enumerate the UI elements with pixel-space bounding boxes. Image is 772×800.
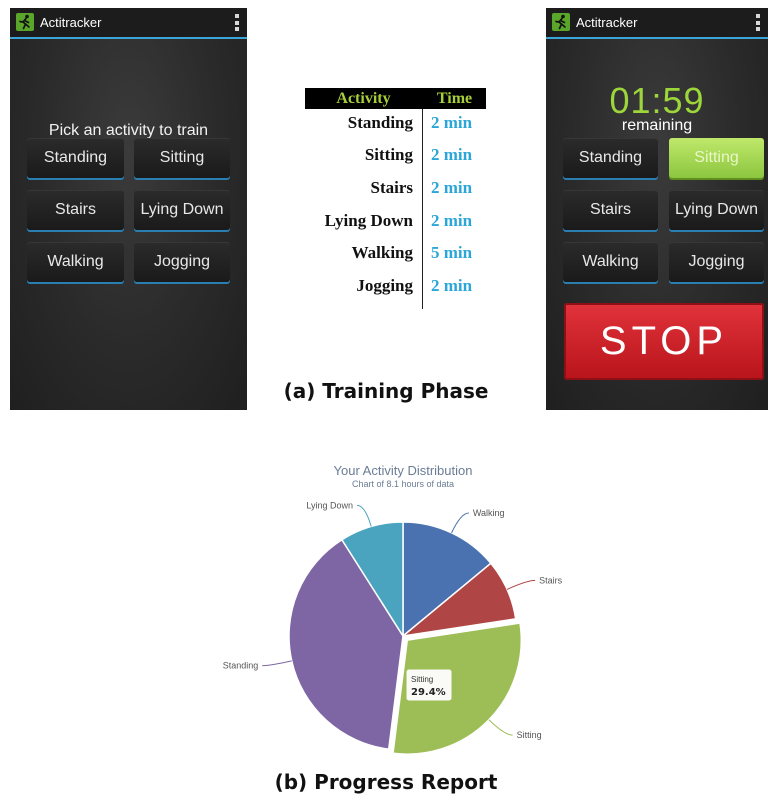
time-cell: 5 min [431,243,473,262]
time-cell: 2 min [431,276,473,295]
sitting-button[interactable]: Sitting [134,138,230,178]
time-cell: 2 min [431,145,473,164]
leader-line [262,660,292,667]
remaining-label: remaining [621,117,693,134]
runner-icon [16,13,34,31]
lying-down-button[interactable]: Lying Down [669,190,764,230]
chart-title: Your Activity Distribution [334,463,473,478]
countdown-timer: 01:59 [609,80,705,121]
app-title: Actitracker [576,15,638,30]
slice-label: Standing [223,661,259,671]
activity-cell: Sitting [364,145,413,164]
action-bar: Actitracker [10,8,247,39]
lying-down-button[interactable]: Lying Down [134,190,230,230]
slice-label: Lying Down [306,500,353,510]
leader-line [506,579,536,590]
timer-screen: Actitracker 01:59 remaining Standing Sit… [546,8,768,410]
table-row: Sitting 2 min [305,145,486,169]
leader-line [451,512,469,534]
time-column-header: Time [436,90,473,107]
activity-distribution-chart: Your Activity Distribution Chart of 8.1 … [10,462,772,780]
caption-progress-report: (b) Progress Report [274,770,498,794]
walking-button[interactable]: Walking [563,242,658,282]
standing-button[interactable]: Standing [27,138,124,178]
overflow-menu-icon[interactable] [756,14,760,31]
tooltip-label: Sitting [411,675,433,684]
caption-training-phase: (a) Training Phase [283,379,489,403]
activity-cell: Walking [351,243,413,262]
pie-chart: Your Activity Distribution Chart of 8.1 … [223,463,563,755]
overflow-menu-icon[interactable] [235,14,239,31]
time-cell: 2 min [431,178,473,197]
sitting-button-selected[interactable]: Sitting [669,138,764,178]
jogging-button[interactable]: Jogging [669,242,764,282]
leader-line [488,719,513,736]
tooltip-value: 29.4% [411,687,446,698]
table-row: Stairs 2 min [305,178,486,202]
stairs-button[interactable]: Stairs [563,190,658,230]
chart-subtitle: Chart of 8.1 hours of data [352,479,454,489]
slice-label: Walking [473,508,505,518]
app-title: Actitracker [40,15,102,30]
walking-button[interactable]: Walking [27,242,124,282]
activity-cell: Standing [347,113,413,132]
time-cell: 2 min [431,211,473,230]
activity-cell: Jogging [356,276,413,295]
sitting-tooltip: Sitting 29.4% [405,668,453,702]
table-header: Activity Time [305,88,486,109]
table-row: Lying Down 2 min [305,211,486,235]
action-bar: Actitracker [546,8,768,39]
standing-button[interactable]: Standing [563,138,658,178]
runner-icon [552,13,570,31]
stairs-button[interactable]: Stairs [27,190,124,230]
activity-cell: Stairs [370,178,414,197]
time-cell: 2 min [431,113,473,132]
jogging-button[interactable]: Jogging [134,242,230,282]
leader-line [356,504,372,527]
table-row: Standing 2 min [305,113,486,137]
activity-column-header: Activity [336,90,391,107]
table-row: Jogging 2 min [305,276,486,300]
training-screen: Actitracker Pick an activity to train St… [10,8,247,410]
activity-cell: Lying Down [324,211,413,230]
stop-button[interactable]: STOP [564,303,764,380]
table-row: Walking 5 min [305,243,486,267]
slice-label: Stairs [539,575,563,585]
slice-label: Sitting [517,730,542,740]
